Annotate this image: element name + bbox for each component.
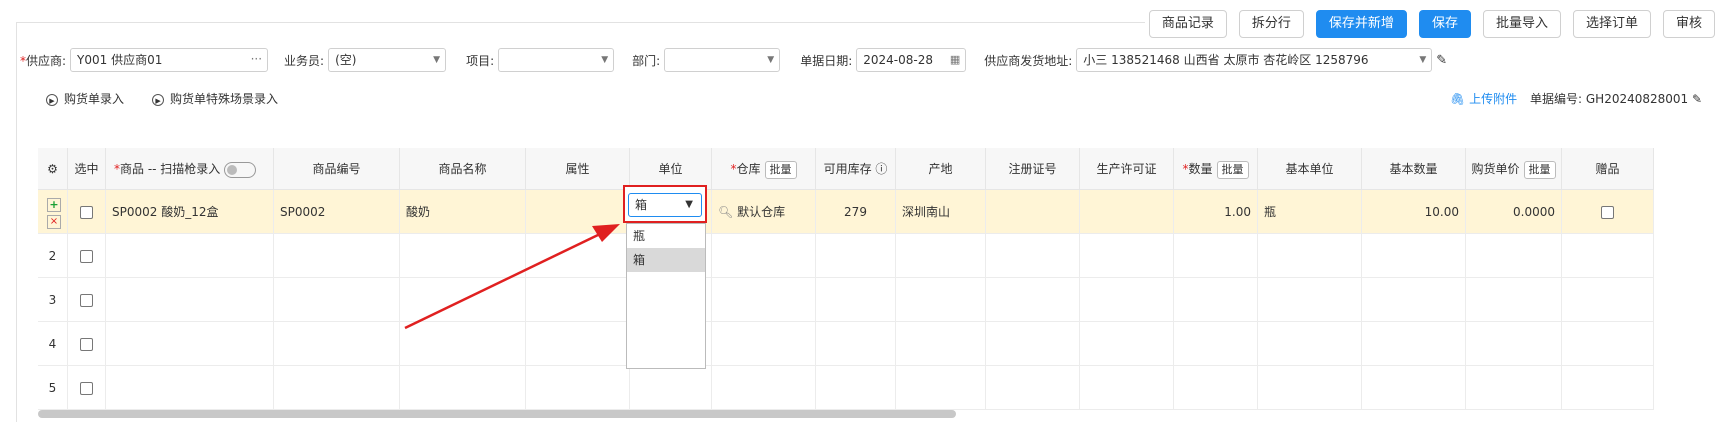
product-record-button[interactable]: 商品记录 (1148, 10, 1227, 38)
annotation-arrow (404, 224, 620, 330)
batch-import-button[interactable]: 批量导入 (1482, 10, 1561, 38)
unit-option-bottle[interactable]: 瓶 (627, 224, 705, 248)
split-row-button[interactable]: 拆分行 (1238, 10, 1304, 38)
audit-button[interactable]: 审核 (1662, 10, 1715, 38)
save-button[interactable]: 保存 (1418, 10, 1471, 38)
caret-down-icon: ▼ (685, 199, 693, 210)
toolbar: 商品记录 拆分行 保存并新增 保存 批量导入 选择订单 审核 (1144, 6, 1715, 42)
unit-option-box[interactable]: 箱 (627, 248, 705, 272)
unit-select[interactable]: 箱 ▼ (628, 193, 702, 217)
unit-options: 瓶 箱 (626, 223, 706, 369)
select-order-button[interactable]: 选择订单 (1572, 10, 1651, 38)
save-and-new-button[interactable]: 保存并新增 (1315, 10, 1407, 38)
